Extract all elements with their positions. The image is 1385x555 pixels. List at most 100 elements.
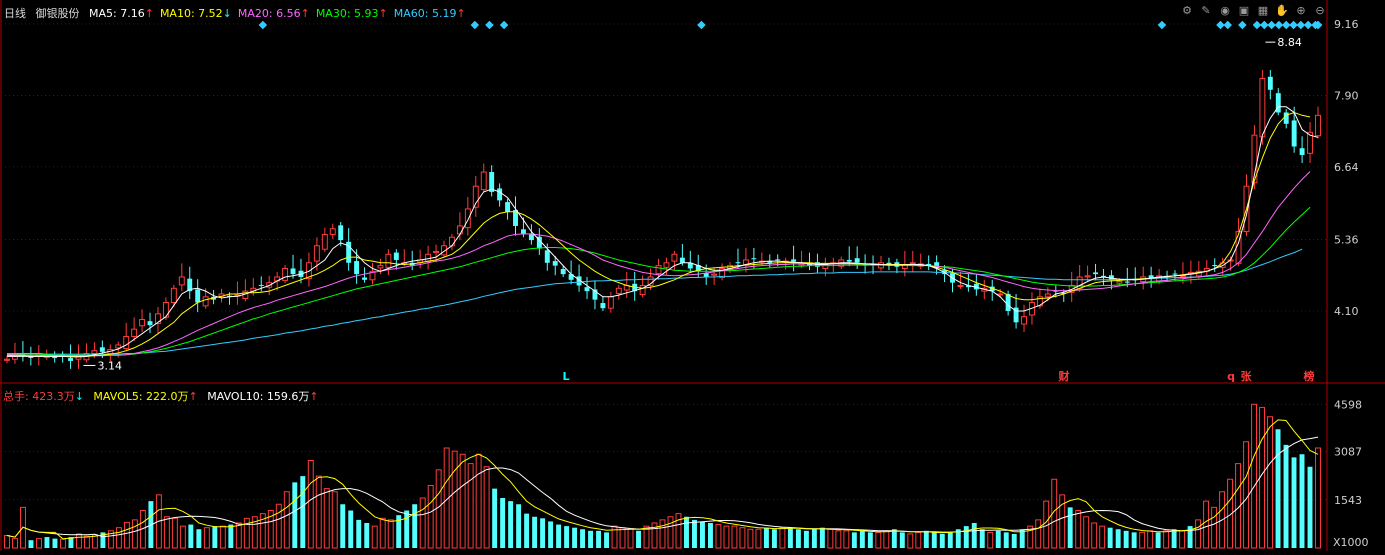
candle-body-up — [822, 263, 829, 269]
volume-bar-down — [979, 529, 985, 548]
volume-bar-down — [963, 526, 969, 548]
volume-bar-up — [1147, 530, 1154, 549]
candle-body-down — [68, 358, 74, 361]
volume-bar-up — [83, 535, 90, 549]
zoom-in-icon[interactable]: ⊕ — [1294, 4, 1308, 18]
volume-bar-up — [755, 528, 762, 549]
volume-bar-up — [827, 528, 834, 549]
candle-body-down — [552, 261, 558, 266]
event-diamond[interactable] — [1157, 20, 1167, 30]
volume-bar-up — [12, 538, 18, 549]
eye-icon[interactable]: ◉ — [1218, 4, 1232, 18]
candle-body-up — [909, 262, 916, 265]
volume-bar-up — [739, 527, 746, 549]
event-diamond[interactable] — [1274, 20, 1284, 30]
candle-body-down — [854, 258, 860, 263]
event-diamond[interactable] — [697, 20, 706, 30]
event-marker[interactable]: L — [562, 370, 569, 383]
volume-bar-up — [451, 450, 458, 549]
volume-bar-up — [36, 538, 42, 549]
candle-body-down — [735, 262, 741, 264]
volume-bar-up — [379, 517, 386, 549]
settings-icon[interactable]: ⚙ — [1180, 4, 1194, 18]
ma5-line — [7, 106, 1319, 358]
volume-bar-down — [540, 518, 546, 548]
chart-icon[interactable]: ▦ — [1256, 4, 1270, 18]
kline-chart[interactable]: 9.16 7.90 6.64 5.36 4.10 4598 3087 1543 X1000 8.8… — [0, 0, 1385, 551]
event-diamond[interactable] — [1281, 20, 1291, 30]
volume-bar-down — [404, 510, 410, 548]
event-diamond[interactable] — [1216, 20, 1225, 30]
candle-body-down — [751, 258, 757, 260]
volume-bar-down — [899, 532, 905, 548]
price-legend: 日线 御银股份 MA5: 7.16↑ MA10: 7.52↓ MA20: 6.56↑… — [4, 5, 478, 21]
event-diamond[interactable] — [1238, 20, 1247, 30]
volume-bar-up — [475, 453, 482, 549]
ma-legend-arrow: ↑ — [378, 7, 388, 20]
volume-bar-down — [1123, 530, 1129, 548]
event-diamond[interactable] — [485, 20, 494, 30]
volume-bar-down — [1171, 529, 1177, 548]
volume-bar-up — [419, 497, 426, 549]
event-marker[interactable]: 张 — [1241, 369, 1253, 383]
brush-icon[interactable]: ✎ — [1199, 4, 1213, 18]
chart-canvas[interactable]: 9.16 7.90 6.64 5.36 4.10 4598 3087 1543 X1000 8.8… — [0, 0, 1385, 551]
event-marker[interactable]: 榜 — [1304, 369, 1315, 383]
mavol10-arrow: ↑ — [309, 390, 319, 403]
high-value-label: 8.84 — [1277, 36, 1302, 49]
volume-bar-down — [1283, 444, 1289, 548]
candle-body-down — [393, 252, 399, 260]
event-diamond[interactable] — [1289, 20, 1298, 30]
volume-bar-down — [971, 523, 977, 548]
event-diamond[interactable] — [1303, 20, 1313, 30]
volume-bar-down — [356, 519, 362, 548]
candle-body-up — [178, 276, 185, 286]
candle-body-up — [480, 171, 487, 191]
ma-legend-item: MA60: 5.19 — [393, 7, 457, 20]
candle-body-up — [663, 262, 670, 268]
candle-body-up — [91, 350, 98, 355]
volume-bar-down — [596, 530, 602, 548]
volume-bar-up — [1091, 522, 1098, 549]
volume-bar-up — [307, 460, 314, 549]
volume-bar-up — [387, 519, 394, 549]
volume-bar-down — [708, 523, 713, 548]
event-diamond[interactable] — [258, 20, 268, 30]
event-diamond[interactable] — [1260, 20, 1269, 30]
briefcase-icon[interactable]: ▣ — [1237, 4, 1251, 18]
volume-bar-down — [188, 524, 194, 548]
event-diamond[interactable] — [1267, 20, 1276, 30]
volume-bar-up — [179, 525, 186, 549]
volume-bar-up — [1083, 516, 1090, 549]
volume-bar-up — [235, 522, 242, 549]
volume-bar-down — [763, 527, 769, 548]
event-diamond[interactable] — [499, 20, 509, 30]
event-diamond[interactable] — [1296, 20, 1306, 30]
candle-body-down — [775, 259, 781, 261]
volume-bar-up — [843, 530, 850, 549]
volume-bar-down — [1131, 532, 1137, 548]
volume-bar-down — [28, 540, 34, 548]
candle-body-up — [607, 296, 614, 309]
event-marker[interactable]: 财 — [1058, 369, 1070, 383]
candle-body-up — [377, 265, 384, 269]
event-diamond[interactable] — [1223, 20, 1232, 30]
candle-body-up — [957, 284, 964, 287]
volume-bar-down — [52, 538, 58, 548]
volume-tick-label: 3087 — [1334, 446, 1362, 459]
candle-body-up — [671, 253, 678, 262]
volume-bar-down — [492, 488, 498, 548]
volume-bar-up — [115, 527, 122, 549]
event-diamond[interactable] — [470, 20, 480, 30]
hand-icon[interactable]: ✋ — [1275, 4, 1289, 18]
zoom-out-icon[interactable]: ⊖ — [1313, 4, 1327, 18]
volume-bar-down — [604, 532, 610, 548]
candle-body-up — [711, 273, 718, 276]
volume-bar-up — [659, 519, 666, 549]
event-marker[interactable]: q — [1227, 370, 1235, 383]
volume-bar-down — [500, 498, 506, 548]
volume-bar-up — [883, 530, 890, 549]
volume-bar-up — [747, 528, 754, 549]
event-diamond[interactable] — [1252, 20, 1262, 30]
volume-bar-up — [323, 488, 330, 549]
